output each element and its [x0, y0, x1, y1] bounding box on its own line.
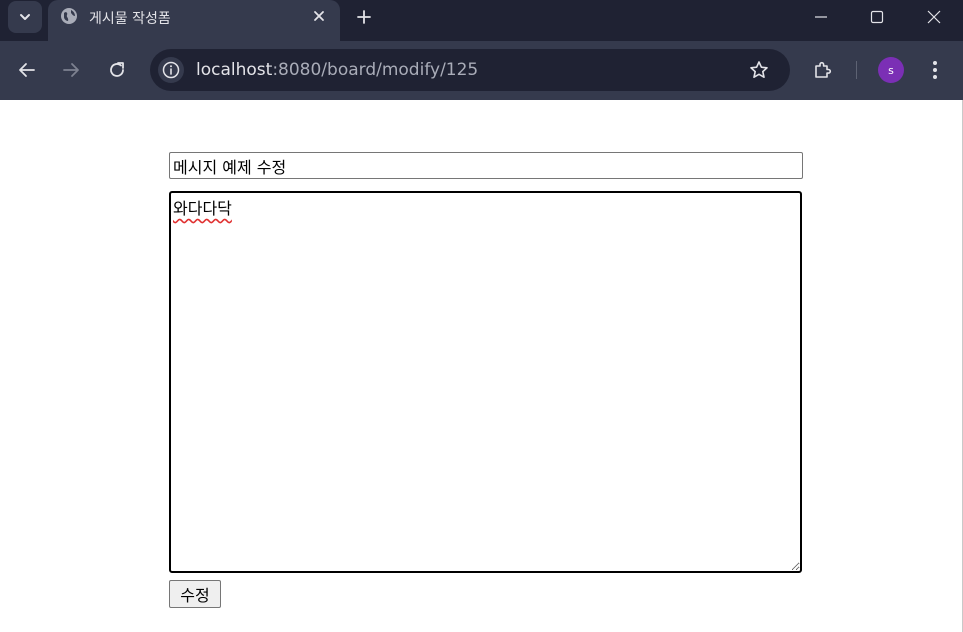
extensions-button[interactable]: [810, 57, 836, 83]
forward-button[interactable]: [58, 57, 84, 83]
arrow-left-icon: [19, 63, 35, 77]
star-icon: [750, 61, 768, 78]
browser-menu-button[interactable]: [922, 57, 948, 83]
puzzle-icon: [815, 61, 832, 78]
maximize-icon: [870, 10, 884, 24]
content-textarea[interactable]: 와다다닥: [169, 191, 802, 573]
site-info-button[interactable]: [158, 57, 184, 83]
reload-icon: [110, 62, 124, 77]
new-tab-button[interactable]: [352, 5, 376, 29]
maximize-button[interactable]: [849, 0, 905, 34]
url-text[interactable]: localhost:8080/board/modify/125: [196, 60, 478, 80]
profile-avatar[interactable]: s: [878, 57, 904, 83]
close-icon: [927, 10, 941, 24]
tab-close-button[interactable]: [310, 7, 328, 25]
tab-strip: 게시물 작성폼: [0, 0, 963, 41]
browser-toolbar: localhost:8080/board/modify/125 s: [0, 41, 963, 100]
tab-active[interactable]: 게시물 작성폼: [48, 0, 340, 41]
globe-icon: [61, 8, 77, 24]
modify-submit-button[interactable]: 수정: [169, 580, 221, 608]
tab-search-button[interactable]: [8, 1, 42, 33]
title-input[interactable]: [169, 152, 803, 179]
window-close-button[interactable]: [906, 0, 962, 34]
info-icon: [162, 61, 180, 79]
minimize-button[interactable]: [793, 0, 849, 34]
chevron-down-icon: [20, 14, 30, 20]
more-vertical-icon: [933, 61, 937, 79]
minimize-icon: [815, 16, 827, 18]
back-button[interactable]: [14, 57, 40, 83]
bookmark-button[interactable]: [747, 58, 771, 82]
url-host: localhost: [196, 60, 273, 80]
reload-button[interactable]: [104, 57, 130, 83]
arrow-right-icon: [63, 63, 79, 77]
page-content: 와다다닥 수정: [0, 100, 963, 632]
url-path: :8080/board/modify/125: [272, 60, 479, 80]
close-icon: [314, 11, 324, 21]
tab-title: 게시물 작성폼: [89, 11, 171, 27]
address-bar[interactable]: localhost:8080/board/modify/125: [150, 49, 790, 91]
plus-icon: [357, 10, 371, 24]
toolbar-separator: [856, 61, 857, 79]
